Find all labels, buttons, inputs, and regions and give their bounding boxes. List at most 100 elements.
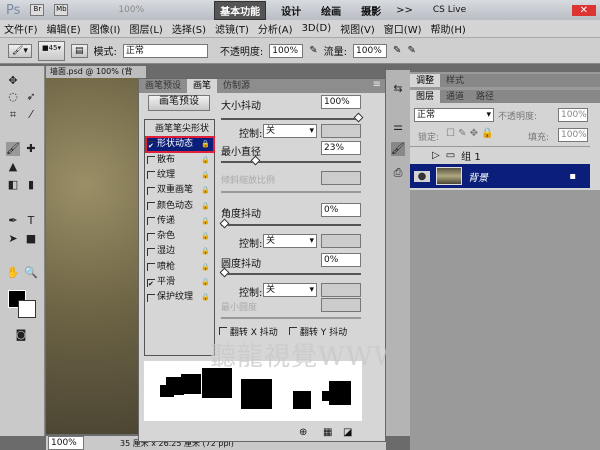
brush-setting-item[interactable]: ✔ 平滑 🔒 xyxy=(147,276,213,289)
menu-edit[interactable]: 编辑(E) xyxy=(47,21,81,36)
move-tool-icon[interactable]: ✥ xyxy=(6,74,20,88)
toggle-bristle-preview-icon[interactable]: ⊕ xyxy=(299,427,307,438)
layer-row-selected[interactable]: ● 背景 ▪ xyxy=(410,164,590,188)
layer-row[interactable]: ▷ ▭ 组 1 xyxy=(410,146,590,164)
gradient-tool-icon[interactable]: ▮ xyxy=(24,178,38,192)
shape-tool-icon[interactable]: ■ xyxy=(24,232,38,246)
checkbox[interactable]: ✔ xyxy=(147,278,155,288)
angle-jitter-input[interactable]: 0% xyxy=(321,203,361,217)
window-controls[interactable]: ✕ xyxy=(571,4,596,16)
stamp-tool-icon[interactable]: ▲ xyxy=(6,160,20,174)
more-workspaces[interactable]: >> xyxy=(396,5,413,16)
menu-image[interactable]: 图像(I) xyxy=(90,21,121,36)
workspace-photography[interactable]: 摄影 xyxy=(356,2,386,19)
brush-size-picker[interactable]: ■45▾ xyxy=(37,40,66,61)
checkbox[interactable] xyxy=(147,171,155,180)
grid-icon[interactable]: ▦ xyxy=(323,427,332,438)
tab-paths[interactable]: 路径 xyxy=(470,90,500,103)
airbrush-icon[interactable]: ✎ xyxy=(393,45,401,56)
panel-menu-icon[interactable]: ≡ xyxy=(373,79,381,93)
path-select-icon[interactable]: ➤ xyxy=(6,232,20,246)
pressure-size-icon[interactable]: ✎ xyxy=(407,45,415,56)
marquee-tool-icon[interactable]: ◌ xyxy=(6,90,20,104)
opacity-input[interactable]: 100% xyxy=(269,43,304,58)
menu-select[interactable]: 选择(S) xyxy=(172,21,206,36)
brush-setting-item[interactable]: 传递 🔒 xyxy=(147,215,213,228)
lock-icon[interactable]: 🔒 xyxy=(201,138,210,151)
eraser-tool-icon[interactable]: ◧ xyxy=(6,178,20,192)
brush-setting-item[interactable]: 颜色动态 🔒 xyxy=(147,200,213,213)
lock-icon[interactable]: 🔒 xyxy=(201,154,210,167)
control-select[interactable]: 关 ▾ xyxy=(263,283,317,297)
tab-clone-source[interactable]: 仿制源 xyxy=(217,79,256,93)
menu-analysis[interactable]: 分析(A) xyxy=(258,21,293,36)
brush-setting-item[interactable]: 喷枪 🔒 xyxy=(147,261,213,274)
brush-panel-toggle-icon[interactable]: ▤ xyxy=(71,43,88,58)
checkbox[interactable] xyxy=(147,156,155,165)
tab-layers[interactable]: 图层 xyxy=(410,90,441,103)
menu-window[interactable]: 窗口(W) xyxy=(384,21,422,36)
size-jitter-slider[interactable] xyxy=(221,112,364,123)
brush-tool-preset[interactable]: 🖌▾ xyxy=(8,43,32,58)
background-color[interactable] xyxy=(18,300,36,318)
control-select[interactable]: 关 ▾ xyxy=(263,124,317,138)
new-preset-icon[interactable]: ◪ xyxy=(343,427,352,438)
layer-opacity-input[interactable]: 100% xyxy=(558,108,588,122)
lock-icon[interactable]: 🔒 xyxy=(201,261,210,274)
crop-tool-icon[interactable]: ⌗ xyxy=(6,108,20,122)
brush-setting-item[interactable]: 纹理 🔒 xyxy=(147,169,213,182)
checkbox[interactable] xyxy=(147,263,155,272)
workspace-painting[interactable]: 绘画 xyxy=(316,2,346,19)
canvas[interactable] xyxy=(46,78,146,434)
control-select[interactable]: 关 ▾ xyxy=(263,234,317,248)
brush-setting-item[interactable]: 双重画笔 🔒 xyxy=(147,184,213,197)
healing-icon[interactable]: ✚ xyxy=(24,142,38,156)
checkbox[interactable] xyxy=(147,232,155,241)
zoom-select[interactable]: 100% xyxy=(118,5,144,15)
type-tool-icon[interactable]: T xyxy=(24,214,38,228)
menu-view[interactable]: 视图(V) xyxy=(340,21,375,36)
lock-icon[interactable]: 🔒 xyxy=(201,245,210,258)
min-diameter-slider[interactable] xyxy=(221,155,361,166)
lock-icon[interactable]: 🔒 xyxy=(201,215,210,228)
history-icon[interactable]: ⇆ xyxy=(391,82,405,96)
menu-layer[interactable]: 图层(L) xyxy=(129,21,162,36)
visibility-eye-icon[interactable]: ● xyxy=(414,170,430,182)
lock-icon[interactable]: 🔒 xyxy=(201,276,210,289)
brush-tool-icon[interactable]: 🖌 xyxy=(6,142,20,156)
fill-input[interactable]: 100% xyxy=(558,128,588,142)
checkbox[interactable] xyxy=(147,217,155,226)
brush-presets-button[interactable]: 画笔预设 xyxy=(148,95,210,111)
blend-mode-select[interactable]: 正常 ▾ xyxy=(414,108,494,122)
checkbox[interactable] xyxy=(147,186,155,195)
menu-filter[interactable]: 滤镜(T) xyxy=(215,21,249,36)
cs-live-button[interactable]: CS Live xyxy=(433,5,466,15)
workspace-essentials[interactable]: 基本功能 xyxy=(214,0,267,20)
checkbox[interactable] xyxy=(147,293,155,302)
pressure-opacity-icon[interactable]: ✎ xyxy=(309,45,317,56)
size-jitter-input[interactable]: 100% xyxy=(321,95,361,109)
lock-icon[interactable]: 🔒 xyxy=(201,230,210,243)
lock-icon[interactable]: 🔒 xyxy=(201,184,210,197)
zoom-tool-icon[interactable]: 🔍 xyxy=(24,266,38,280)
lock-icons[interactable]: ☐ ✎ ✥ 🔒 xyxy=(446,128,494,139)
lasso-tool-icon[interactable]: ➶ xyxy=(24,90,38,104)
brush-setting-item[interactable]: ✔ 形状动态 🔒 xyxy=(145,136,215,154)
minibridge-icon[interactable]: Mb xyxy=(54,4,69,16)
adjustments-icon[interactable]: ⚌ xyxy=(391,120,405,134)
menu-3d[interactable]: 3D(D) xyxy=(302,23,332,34)
tab-brush-presets[interactable]: 画笔预设 xyxy=(139,79,187,93)
slider-knob[interactable] xyxy=(219,218,230,229)
roundness-jitter-slider[interactable] xyxy=(219,267,361,278)
roundness-jitter-input[interactable]: 0% xyxy=(321,253,361,267)
brush-setting-item[interactable]: 湿边 🔒 xyxy=(147,245,213,258)
tab-channels[interactable]: 通道 xyxy=(440,90,470,103)
flow-input[interactable]: 100% xyxy=(353,43,388,58)
tab-adjustments[interactable]: 调整 xyxy=(410,74,441,87)
menu-help[interactable]: 帮助(H) xyxy=(431,21,466,36)
lock-icon[interactable]: 🔒 xyxy=(201,200,210,213)
checkbox[interactable]: ✔ xyxy=(147,140,155,150)
brush-setting-item[interactable]: 保护纹理 🔒 xyxy=(147,291,213,304)
document-tab[interactable]: 墙面.psd @ 100% (背 xyxy=(46,66,146,78)
eyedropper-icon[interactable]: ⁄ xyxy=(24,108,38,122)
